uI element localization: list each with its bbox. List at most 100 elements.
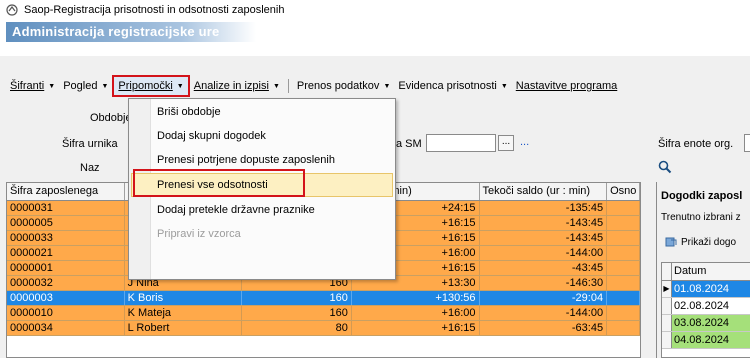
table-cell: -143:45 [480, 231, 608, 245]
menu-analize-label: Analize in izpisi [193, 80, 269, 92]
menu-evidenca[interactable]: Evidenca prisotnosti ▼ [394, 75, 511, 97]
date-cell: 02.08.2024 [674, 300, 730, 312]
module-header: Administracija registracijske ure [0, 20, 750, 56]
show-events-button[interactable]: Prikaži dogo [665, 236, 736, 248]
table-cell: 0000031 [7, 201, 125, 215]
row-indicator [662, 298, 672, 314]
window-titlebar: Saop-Registracija prisotnosti in odsotno… [0, 0, 750, 20]
menu-pogled[interactable]: Pogled ▼ [59, 75, 112, 97]
chevron-down-icon: ▼ [500, 82, 508, 90]
table-cell [607, 321, 640, 335]
menu-item-dodaj-pretekle-praznike[interactable]: Dodaj pretekle državne praznike [157, 199, 315, 221]
table-cell: -144:00 [480, 306, 608, 320]
date-row[interactable]: 03.08.2024 [662, 315, 750, 332]
table-cell: -43:45 [480, 261, 608, 275]
table-cell: K Mateja [125, 306, 243, 320]
table-row[interactable]: 0000010 K Mateja 160 +16:00 -144:00 [7, 306, 640, 321]
table-cell: -146:30 [480, 276, 608, 290]
col-datum[interactable]: Datum [672, 263, 750, 280]
table-row[interactable]: 0000034 L Robert 80 +16:15 -63:45 [7, 321, 640, 336]
table-cell [607, 276, 640, 290]
table-cell: L Robert [125, 321, 243, 335]
table-cell: 0000033 [7, 231, 125, 245]
events-panel-title: Dogodki zaposl [661, 190, 743, 202]
menu-item-prenesi-potrjene-dopuste[interactable]: Prenesi potrjene dopuste zaposlenih [157, 149, 335, 171]
pripomocki-dropdown: Briši obdobje Dodaj skupni dogodek Prene… [128, 98, 396, 280]
table-cell: -144:00 [480, 246, 608, 260]
row-indicator [662, 332, 672, 348]
events-panel-subtitle: Trenutno izbrani z [661, 212, 741, 223]
table-cell [607, 261, 640, 275]
show-events-label: Prikaži dogo [681, 236, 737, 248]
chevron-down-icon: ▼ [101, 82, 109, 90]
window-title: Saop-Registracija prisotnosti in odsotno… [24, 4, 285, 16]
module-title: Administracija registracijske ure [6, 22, 256, 42]
table-cell: 0000003 [7, 291, 125, 305]
table-cell: +16:00 [352, 306, 480, 320]
sm-name-dots: ... [520, 136, 530, 148]
table-cell [607, 201, 640, 215]
col-tekoci-saldo[interactable]: Tekoči saldo (ur : min) [480, 183, 608, 200]
events-panel: Dogodki zaposl Trenutno izbrani z Prikaž… [656, 182, 750, 358]
table-cell: 160 [242, 291, 352, 305]
menu-prenos-label: Prenos podatkov [296, 80, 380, 92]
menubar: Šifranti ▼ Pogled ▼ Pripomočki ▼ Analize… [0, 74, 750, 98]
table-cell: K Boris [125, 291, 243, 305]
sm-browse-button[interactable]: ... [498, 135, 514, 151]
menu-pripomocki-label: Pripomočki [118, 80, 173, 92]
menu-evidenca-label: Evidenca prisotnosti [398, 80, 497, 92]
menu-item-pripravi-iz-vzorca: Pripravi iz vzorca [157, 228, 241, 240]
menu-sifranti-label: Šifranti [10, 80, 45, 92]
table-cell: -143:45 [480, 216, 608, 230]
row-indicator [662, 315, 672, 331]
sm-input[interactable] [426, 134, 496, 152]
date-row[interactable]: ▶ 01.08.2024 [662, 281, 750, 298]
sifra-enote-input[interactable] [744, 134, 750, 152]
menu-pogled-label: Pogled [63, 80, 98, 92]
table-cell: 0000005 [7, 216, 125, 230]
menu-item-brisi-obdobje[interactable]: Briši obdobje [157, 101, 221, 123]
menu-prenos[interactable]: Prenos podatkov ▼ [293, 75, 395, 97]
row-indicator [662, 263, 672, 280]
date-cell: 04.08.2024 [672, 332, 750, 348]
table-cell [607, 231, 640, 245]
table-cell: 0000034 [7, 321, 125, 335]
col-osno[interactable]: Osno [607, 183, 640, 200]
sifra-urnika-label: Šifra urnika [62, 138, 118, 150]
search-icon[interactable] [658, 160, 672, 174]
table-cell: -135:45 [480, 201, 608, 215]
table-cell [607, 216, 640, 230]
highlight-annotation [133, 169, 305, 197]
chevron-down-icon: ▼ [272, 82, 280, 90]
table-cell [607, 291, 640, 305]
row-indicator: ▶ [662, 281, 672, 297]
date-row[interactable]: 04.08.2024 [662, 332, 750, 349]
refresh-icon [665, 237, 677, 247]
date-cell: 03.08.2024 [672, 315, 750, 331]
menu-item-dodaj-skupni-dogodek[interactable]: Dodaj skupni dogodek [157, 125, 266, 147]
dates-grid-header: Datum [662, 263, 750, 281]
sm-label: a SM [396, 138, 422, 150]
table-cell: +130:56 [352, 291, 480, 305]
menu-separator [287, 79, 289, 93]
date-row[interactable]: 02.08.2024 [662, 298, 750, 315]
app-icon [6, 4, 18, 16]
chevron-down-icon: ▼ [383, 82, 391, 90]
menu-pripomocki[interactable]: Pripomočki ▼ [112, 75, 190, 97]
table-row[interactable]: 0000003 K Boris 160 +130:56 -29:04 [7, 291, 640, 306]
menu-analize[interactable]: Analize in izpisi ▼ [190, 75, 284, 97]
obdobje-label: Obdobje [90, 112, 132, 124]
date-cell: 01.08.2024 [672, 281, 750, 297]
naziv-label: Naz [80, 162, 100, 174]
table-cell: -29:04 [480, 291, 608, 305]
table-cell: +16:15 [352, 321, 480, 335]
menu-nastavitve[interactable]: Nastavitve programa [512, 75, 622, 97]
table-cell: 160 [242, 306, 352, 320]
table-cell: 80 [242, 321, 352, 335]
col-sifra-zaposlenega[interactable]: Šifra zaposlenega [7, 183, 125, 200]
menu-sifranti[interactable]: Šifranti ▼ [6, 75, 59, 97]
table-cell [607, 246, 640, 260]
dates-grid[interactable]: Datum ▶ 01.08.2024 02.08.2024 03.08.2024 04.… [661, 262, 750, 358]
table-cell: 0000010 [7, 306, 125, 320]
table-cell: -63:45 [480, 321, 608, 335]
